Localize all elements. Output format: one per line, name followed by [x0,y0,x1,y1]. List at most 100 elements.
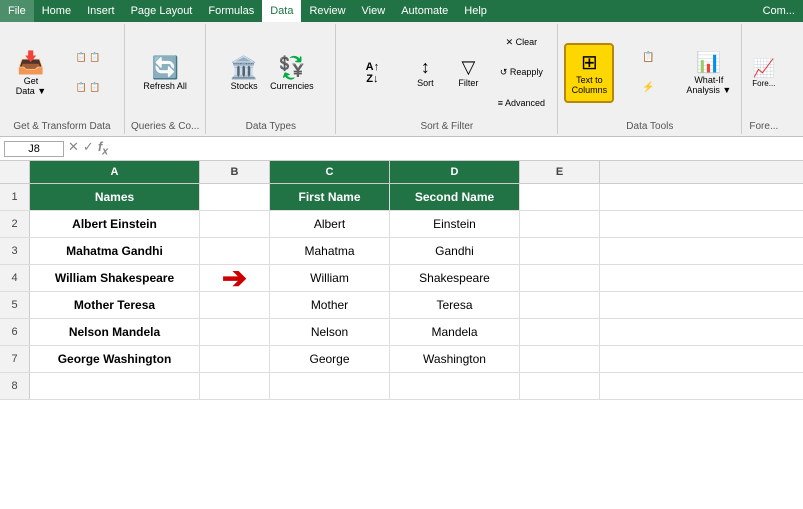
menu-bar: File Home Insert Page Layout Formulas Da… [0,0,803,22]
row-num-5: 5 [0,292,30,318]
cell-b1[interactable] [200,184,270,210]
reapply-button[interactable]: ↺ Reapply [491,59,551,87]
filter-button[interactable]: ▽ Filter [448,43,488,103]
sort-icon: ↕ [421,57,430,78]
cell-b8[interactable] [200,373,270,399]
menu-data[interactable]: Data [262,0,301,22]
cell-a5[interactable]: Mother Teresa [30,292,200,318]
cell-d7[interactable]: Washington [390,346,520,372]
cell-e8[interactable] [520,373,600,399]
cell-c7[interactable]: George [270,346,390,372]
cell-c5[interactable]: Mother [270,292,390,318]
sort-button[interactable]: ↕ Sort [405,43,445,103]
refresh-all-button[interactable]: 🔄 Refresh All [139,43,191,103]
col-header-a[interactable]: A [30,161,200,183]
cell-d1[interactable]: Second Name [390,184,520,210]
menu-insert[interactable]: Insert [79,0,123,22]
ribbon-group-queries: 🔄 Refresh All Queries & Co... [125,24,206,134]
table-row: 8 [0,373,803,400]
text-to-columns-button[interactable]: ⊞ Text to Columns [564,43,614,103]
table-row: 2 Albert Einstein Albert Einstein [0,211,803,238]
cell-d4[interactable]: Shakespeare [390,265,520,291]
sort-az-button[interactable]: A↑Z↓ [342,59,402,87]
cell-a8[interactable] [30,373,200,399]
col-header-c[interactable]: C [270,161,390,183]
cell-b2[interactable] [200,211,270,237]
cell-c2[interactable]: Albert [270,211,390,237]
cell-b3[interactable] [200,238,270,264]
table-row: 5 Mother Teresa Mother Teresa [0,292,803,319]
menu-file[interactable]: File [0,0,34,22]
cell-b7[interactable] [200,346,270,372]
forecast-buttons: 📈 Fore... [748,26,779,119]
cell-d3[interactable]: Gandhi [390,238,520,264]
cell-b6[interactable] [200,319,270,345]
stocks-button[interactable]: 🏛️ Stocks [224,43,264,103]
cell-c1[interactable]: First Name [270,184,390,210]
cell-c4[interactable]: William [270,265,390,291]
menu-help[interactable]: Help [456,0,495,22]
sort-az-za: A↑Z↓ [342,59,402,87]
sheet-body: 1 Names First Name Second Name 2 Albert … [0,184,803,400]
ribbon-content: 📥 GetData ▼ 📋 📋 📋 📋 Get & Transform Data… [0,22,803,136]
cell-e6[interactable] [520,319,600,345]
cell-e1[interactable] [520,184,600,210]
currencies-label: Currencies [270,81,314,91]
advanced-button[interactable]: ≡ Advanced [491,89,551,117]
text-to-columns-icon: ⊞ [581,50,598,75]
formula-input[interactable] [112,141,799,157]
filter-icon: ▽ [461,57,475,78]
get-transform-buttons: 📥 GetData ▼ 📋 📋 📋 📋 [6,26,118,119]
get-data-sub2[interactable]: 📋 📋 [58,74,118,102]
cell-a2[interactable]: Albert Einstein [30,211,200,237]
row-num-7: 7 [0,346,30,372]
get-data-sub-buttons: 📋 📋 📋 📋 [58,44,118,102]
stocks-icon: 🏛️ [230,55,257,81]
cell-a4[interactable]: William Shakespeare [30,265,200,291]
what-if-button[interactable]: 📊 What-If Analysis ▼ [682,43,735,103]
cell-a6[interactable]: Nelson Mandela [30,319,200,345]
menu-formulas[interactable]: Formulas [200,0,262,22]
menu-automate[interactable]: Automate [393,0,456,22]
cell-b5[interactable] [200,292,270,318]
col-header-e[interactable]: E [520,161,600,183]
forecast-icon: 📈 [753,58,775,79]
cell-a1[interactable]: Names [30,184,200,210]
cell-a3[interactable]: Mahatma Gandhi [30,238,200,264]
confirm-icon[interactable]: ✓ [83,139,94,158]
cell-d6[interactable]: Mandela [390,319,520,345]
forecast-label: Fore... [752,79,775,88]
cell-e2[interactable] [520,211,600,237]
cell-c3[interactable]: Mahatma [270,238,390,264]
ribbon-group-data-types: 🏛️ Stocks 💱 Currencies Data Types [206,24,336,134]
forecast-btn[interactable]: 📈 Fore... [748,43,779,103]
cell-d8[interactable] [390,373,520,399]
col-header-d[interactable]: D [390,161,520,183]
menu-view[interactable]: View [354,0,394,22]
data-tools-btn1[interactable]: 📋 [618,44,678,72]
get-data-button[interactable]: 📥 GetData ▼ [6,43,56,103]
menu-review[interactable]: Review [301,0,353,22]
row-num-8: 8 [0,373,30,399]
cell-e3[interactable] [520,238,600,264]
cell-d5[interactable]: Teresa [390,292,520,318]
menu-home[interactable]: Home [34,0,79,22]
cell-a7[interactable]: George Washington [30,346,200,372]
cell-e5[interactable] [520,292,600,318]
menu-page-layout[interactable]: Page Layout [123,0,201,22]
cancel-icon[interactable]: ✕ [68,139,79,158]
cell-b4-arrow: ➔ [200,265,270,291]
data-tools-btn2[interactable]: ⚡ [618,74,678,102]
clear-button[interactable]: ✕ Clear [491,29,551,57]
col-header-b[interactable]: B [200,161,270,183]
cell-d2[interactable]: Einstein [390,211,520,237]
cell-e4[interactable] [520,265,600,291]
cell-c8[interactable] [270,373,390,399]
data-tools-extra: 📋 ⚡ [618,44,678,102]
cell-reference[interactable] [4,141,64,157]
cell-e7[interactable] [520,346,600,372]
get-data-sub1[interactable]: 📋 📋 [58,44,118,72]
cell-c6[interactable]: Nelson [270,319,390,345]
currencies-button[interactable]: 💱 Currencies [266,43,318,103]
function-icon[interactable]: fx [98,139,108,158]
